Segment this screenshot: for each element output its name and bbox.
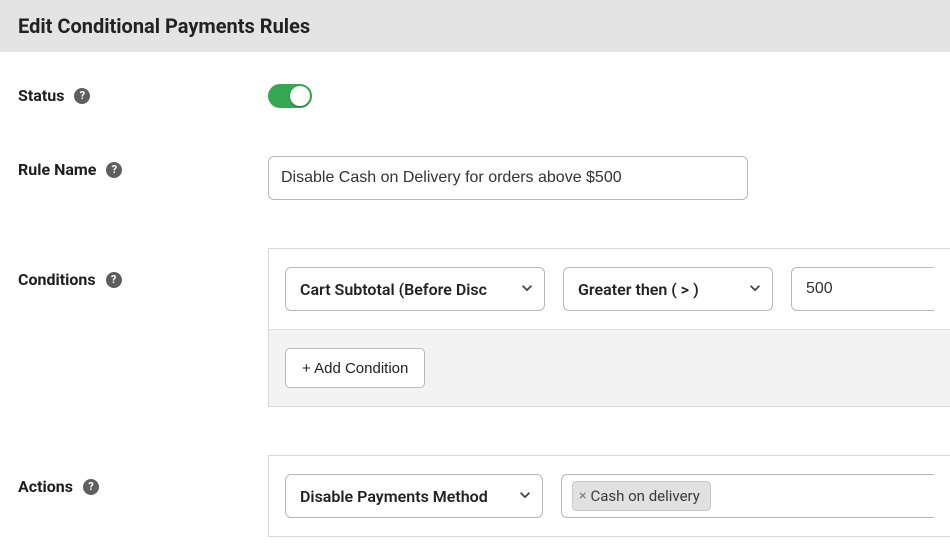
chevron-down-icon bbox=[520, 280, 534, 299]
field-col-status bbox=[268, 82, 950, 108]
remove-tag-icon[interactable]: × bbox=[579, 488, 586, 504]
row-conditions: Conditions ? Cart Subtotal (Before Disc … bbox=[18, 248, 950, 407]
condition-operator-select[interactable]: Greater then ( > ) bbox=[563, 267, 773, 311]
label-col-status: Status ? bbox=[18, 82, 268, 105]
action-type-select[interactable]: Disable Payments Method bbox=[285, 474, 543, 518]
help-icon[interactable]: ? bbox=[106, 272, 122, 288]
add-condition-button[interactable]: + Add Condition bbox=[285, 348, 425, 388]
payment-method-tag: × Cash on delivery bbox=[572, 481, 711, 511]
chevron-down-icon bbox=[518, 487, 532, 506]
row-rule-name: Rule Name ? bbox=[18, 156, 950, 200]
action-row: Disable Payments Method × Cash on delive… bbox=[269, 456, 950, 536]
label-col-conditions: Conditions ? bbox=[18, 248, 268, 289]
label-col-actions: Actions ? bbox=[18, 455, 268, 496]
rule-name-label: Rule Name bbox=[18, 160, 96, 179]
row-actions: Actions ? Disable Payments Method × Cash bbox=[18, 455, 950, 537]
field-col-actions: Disable Payments Method × Cash on delive… bbox=[268, 455, 950, 537]
actions-panel: Disable Payments Method × Cash on delive… bbox=[268, 455, 950, 537]
payment-method-tag-label: Cash on delivery bbox=[590, 487, 699, 505]
actions-label: Actions bbox=[18, 477, 73, 496]
payment-methods-multiselect[interactable]: × Cash on delivery bbox=[561, 474, 934, 518]
chevron-down-icon bbox=[748, 280, 762, 299]
action-type-value: Disable Payments Method bbox=[300, 487, 488, 506]
condition-operator-value: Greater then ( > ) bbox=[578, 280, 699, 299]
field-col-conditions: Cart Subtotal (Before Disc Greater then … bbox=[268, 248, 950, 407]
label-col-rule-name: Rule Name ? bbox=[18, 156, 268, 179]
field-col-rule-name bbox=[268, 156, 950, 200]
conditions-panel: Cart Subtotal (Before Disc Greater then … bbox=[268, 248, 950, 407]
condition-row: Cart Subtotal (Before Disc Greater then … bbox=[269, 249, 950, 329]
condition-field-value: Cart Subtotal (Before Disc bbox=[300, 280, 487, 299]
condition-field-select[interactable]: Cart Subtotal (Before Disc bbox=[285, 267, 545, 311]
help-icon[interactable]: ? bbox=[83, 479, 99, 495]
status-toggle[interactable] bbox=[268, 84, 312, 108]
status-label: Status bbox=[18, 86, 64, 105]
conditions-label: Conditions bbox=[18, 270, 96, 289]
condition-value-input[interactable] bbox=[791, 267, 934, 311]
help-icon[interactable]: ? bbox=[74, 88, 90, 104]
page-title: Edit Conditional Payments Rules bbox=[18, 14, 932, 38]
page-header: Edit Conditional Payments Rules bbox=[0, 0, 950, 52]
rule-name-input[interactable] bbox=[268, 156, 748, 200]
toggle-knob bbox=[290, 86, 310, 106]
help-icon[interactable]: ? bbox=[106, 162, 122, 178]
form-body: Status ? Rule Name ? Conditions ? bbox=[0, 52, 950, 557]
conditions-actions-row: + Add Condition bbox=[269, 329, 950, 406]
row-status: Status ? bbox=[18, 82, 950, 108]
